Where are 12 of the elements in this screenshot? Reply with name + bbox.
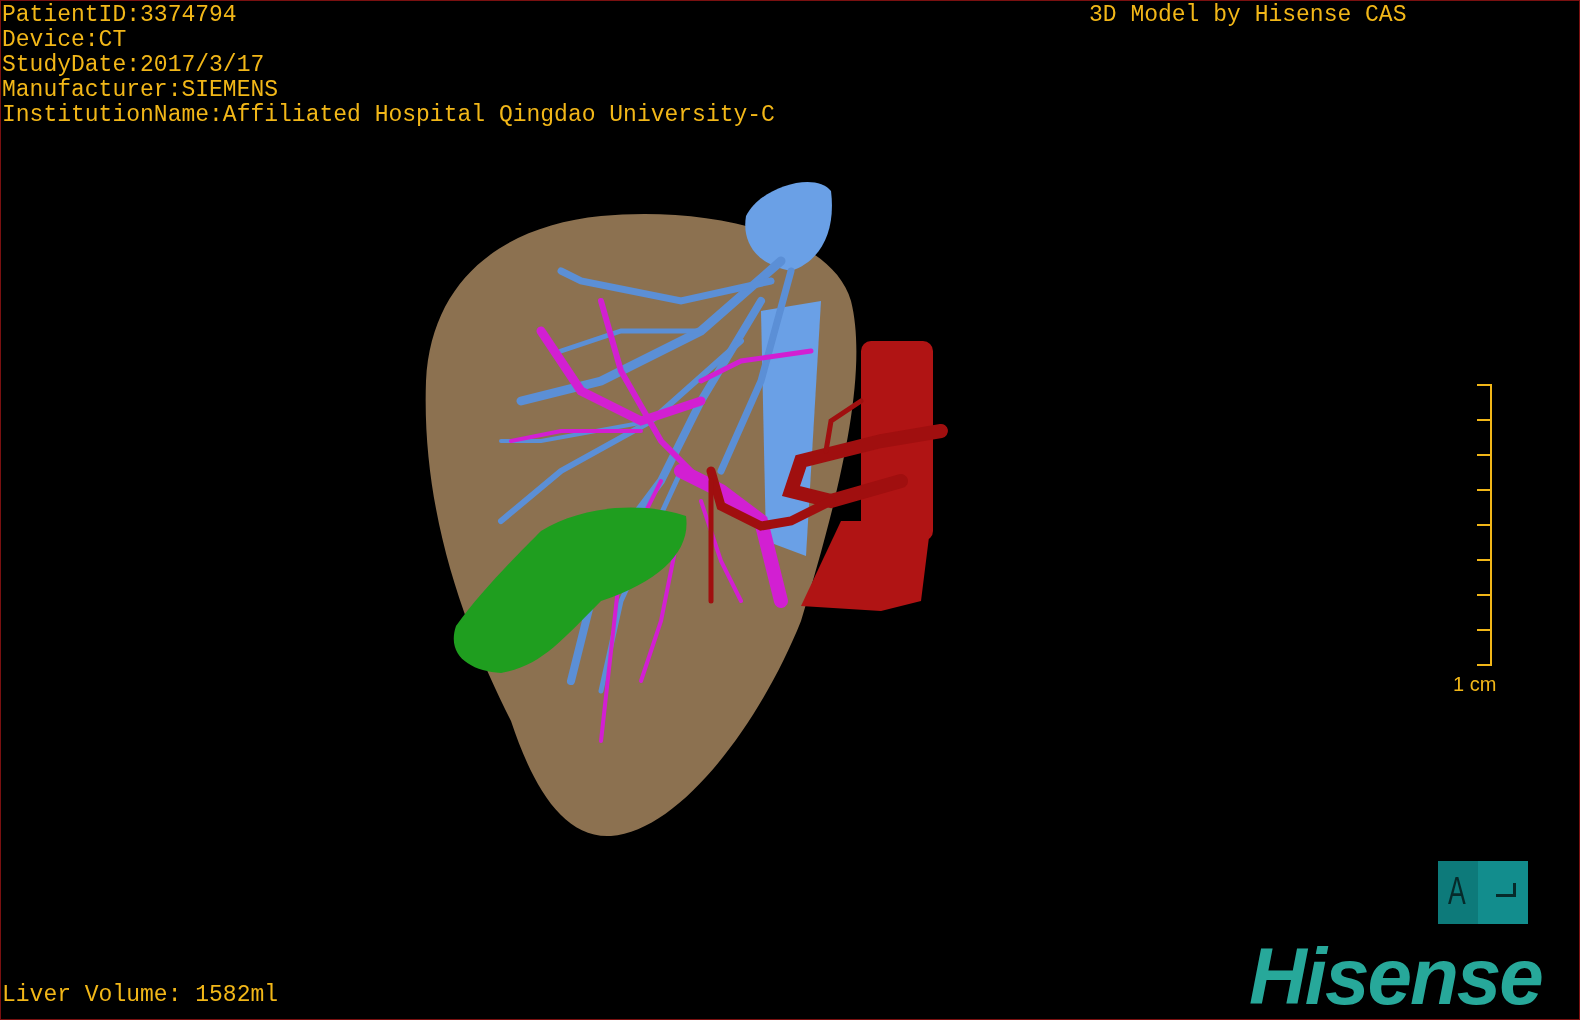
scale-label: 1 cm — [1453, 672, 1497, 697]
orientation-cube[interactable]: A — [1438, 861, 1528, 924]
patient-info-line: InstitutionName:Affiliated Hospital Qingdao University-C — [2, 103, 775, 128]
logo: Hisense — [1249, 939, 1542, 1015]
corner-mark-icon — [1496, 883, 1516, 897]
liver-volume: Liver Volume: 1582ml — [2, 983, 279, 1008]
patient-info-line: Manufacturer:SIEMENS — [2, 78, 280, 103]
patient-info-line: Device:CT — [2, 28, 128, 53]
viewer-title: 3D Model by Hisense CAS — [1089, 3, 1407, 28]
orientation-label: A — [1448, 869, 1466, 913]
patient-info-line: StudyDate:2017/3/17 — [2, 53, 266, 78]
patient-info-line: PatientID:3374794 — [2, 3, 238, 28]
